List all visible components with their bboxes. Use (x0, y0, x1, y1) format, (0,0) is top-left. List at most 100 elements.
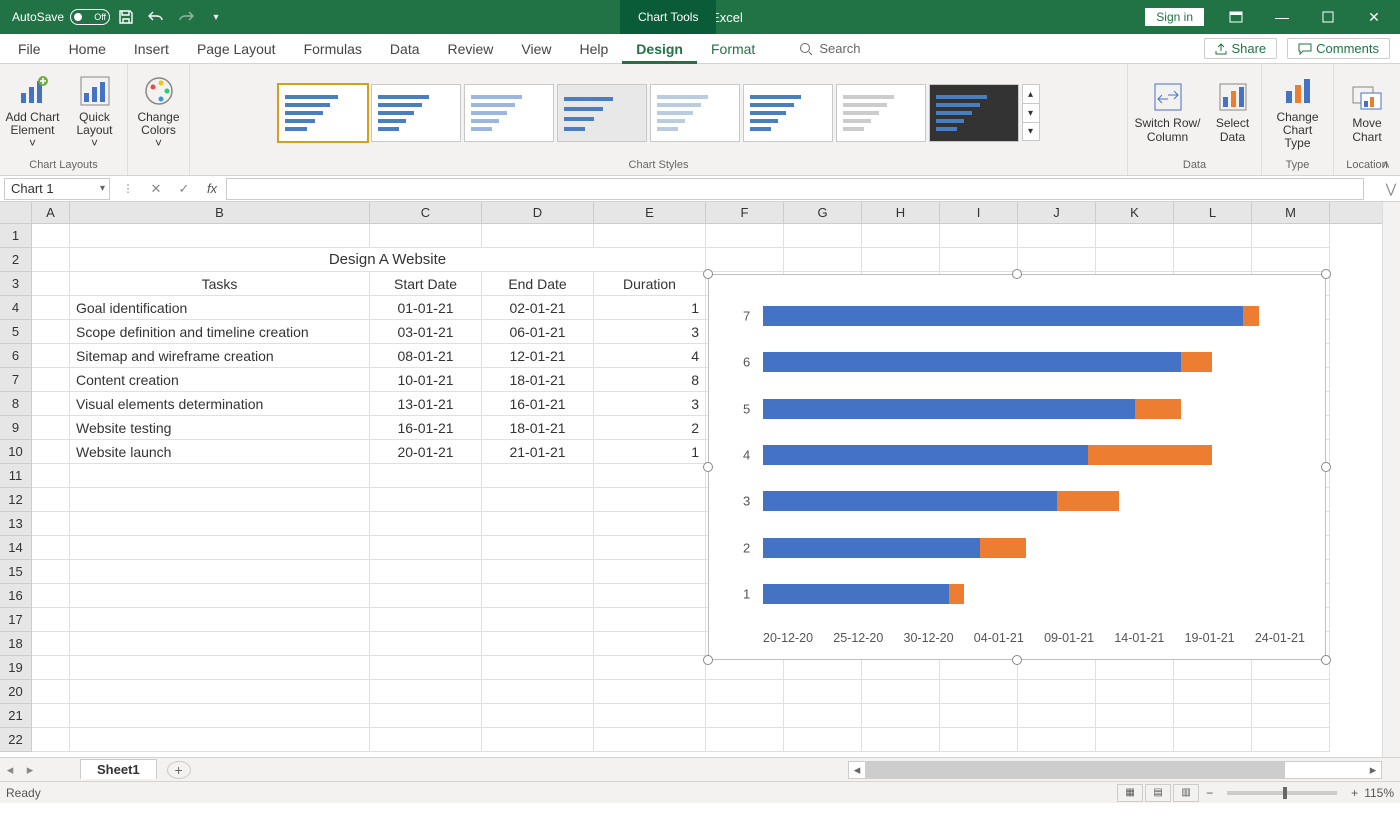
expand-formula-bar-icon[interactable]: ⋁ (1382, 181, 1400, 197)
cell-E12[interactable] (594, 488, 706, 512)
cell-A22[interactable] (32, 728, 70, 752)
select-data-button[interactable]: Select Data (1208, 73, 1258, 153)
tell-me-search[interactable]: Search (799, 41, 860, 56)
cell-C7[interactable]: 10-01-21 (370, 368, 482, 392)
column-header-M[interactable]: M (1252, 202, 1330, 223)
add-chart-element-button[interactable]: Add Chart Element ˅ (4, 73, 62, 153)
autosave-toggle[interactable]: Off (70, 9, 110, 25)
cell-I21[interactable] (940, 704, 1018, 728)
cell-D1[interactable] (482, 224, 594, 248)
cell-L21[interactable] (1174, 704, 1252, 728)
cell-C5[interactable]: 03-01-21 (370, 320, 482, 344)
cell-A19[interactable] (32, 656, 70, 680)
formula-input[interactable] (226, 178, 1364, 200)
cell-E7[interactable]: 8 (594, 368, 706, 392)
chart-style-3[interactable] (464, 84, 554, 142)
ribbon-display-options-icon[interactable] (1214, 0, 1258, 34)
zoom-level[interactable]: 115% (1364, 786, 1394, 800)
cell-I1[interactable] (940, 224, 1018, 248)
cell-B15[interactable] (70, 560, 370, 584)
column-header-D[interactable]: D (482, 202, 594, 223)
cell-A7[interactable] (32, 368, 70, 392)
cell-D13[interactable] (482, 512, 594, 536)
cell-B22[interactable] (70, 728, 370, 752)
cell-D22[interactable] (482, 728, 594, 752)
spreadsheet-grid[interactable]: ABCDEFGHIJKLM 12345678910111213141516171… (0, 202, 1400, 757)
cell-E22[interactable] (594, 728, 706, 752)
cell-B11[interactable] (70, 464, 370, 488)
tab-formulas[interactable]: Formulas (290, 34, 376, 64)
chart-bar-5[interactable] (763, 399, 1305, 419)
cell-L22[interactable] (1174, 728, 1252, 752)
cell-J1[interactable] (1018, 224, 1096, 248)
column-header-A[interactable]: A (32, 202, 70, 223)
cell-A14[interactable] (32, 536, 70, 560)
cell-B16[interactable] (70, 584, 370, 608)
row-header-21[interactable]: 21 (0, 704, 31, 728)
cell-D8[interactable]: 16-01-21 (482, 392, 594, 416)
row-header-8[interactable]: 8 (0, 392, 31, 416)
row-header-14[interactable]: 14 (0, 536, 31, 560)
switch-row-column-button[interactable]: Switch Row/ Column (1132, 73, 1204, 153)
cell-B3[interactable]: Tasks (70, 272, 370, 296)
cell-B8[interactable]: Visual elements determination (70, 392, 370, 416)
cell-E4[interactable]: 1 (594, 296, 706, 320)
cell-L1[interactable] (1174, 224, 1252, 248)
horizontal-scrollbar[interactable]: ◂▸ (848, 761, 1382, 779)
cell-D19[interactable] (482, 656, 594, 680)
row-header-2[interactable]: 2 (0, 248, 31, 272)
cell-C13[interactable] (370, 512, 482, 536)
cell-A2[interactable] (32, 248, 70, 272)
cell-E11[interactable] (594, 464, 706, 488)
save-icon[interactable] (112, 3, 140, 31)
chart-style-7[interactable] (836, 84, 926, 142)
cell-A16[interactable] (32, 584, 70, 608)
cell-A9[interactable] (32, 416, 70, 440)
cell-E20[interactable] (594, 680, 706, 704)
cell-C6[interactable]: 08-01-21 (370, 344, 482, 368)
cell-C16[interactable] (370, 584, 482, 608)
resize-handle[interactable] (1012, 269, 1022, 279)
cell-K21[interactable] (1096, 704, 1174, 728)
cell-H22[interactable] (862, 728, 940, 752)
cell-G1[interactable] (784, 224, 862, 248)
chart-bar-4[interactable] (763, 445, 1305, 465)
cell-L2[interactable] (1174, 248, 1252, 272)
cell-A20[interactable] (32, 680, 70, 704)
cell-D12[interactable] (482, 488, 594, 512)
tab-page-layout[interactable]: Page Layout (183, 34, 290, 64)
maximize-icon[interactable] (1306, 0, 1350, 34)
cell-E3[interactable]: Duration (594, 272, 706, 296)
cell-E10[interactable]: 1 (594, 440, 706, 464)
cell-I2[interactable] (940, 248, 1018, 272)
cell-K20[interactable] (1096, 680, 1174, 704)
cell-M20[interactable] (1252, 680, 1330, 704)
row-header-7[interactable]: 7 (0, 368, 31, 392)
quick-layout-button[interactable]: Quick Layout ˅ (66, 73, 124, 153)
cell-A12[interactable] (32, 488, 70, 512)
sheet-nav-next-icon[interactable]: ▸ (20, 762, 40, 778)
cell-C20[interactable] (370, 680, 482, 704)
tab-design[interactable]: Design (622, 34, 697, 64)
cell-A4[interactable] (32, 296, 70, 320)
cell-C22[interactable] (370, 728, 482, 752)
resize-handle[interactable] (703, 269, 713, 279)
cell-B21[interactable] (70, 704, 370, 728)
chart-x-axis[interactable]: 20-12-2025-12-2030-12-2004-01-2109-01-21… (763, 631, 1305, 645)
zoom-out-button[interactable]: − (1206, 786, 1213, 800)
cell-F2[interactable] (706, 248, 784, 272)
redo-icon[interactable] (172, 3, 200, 31)
row-header-17[interactable]: 17 (0, 608, 31, 632)
row-header-9[interactable]: 9 (0, 416, 31, 440)
row-headers[interactable]: 12345678910111213141516171819202122 (0, 224, 32, 752)
cell-C19[interactable] (370, 656, 482, 680)
name-box[interactable]: Chart 1 (4, 178, 110, 200)
cell-B9[interactable]: Website testing (70, 416, 370, 440)
cell-A5[interactable] (32, 320, 70, 344)
cell-A17[interactable] (32, 608, 70, 632)
resize-handle[interactable] (1321, 462, 1331, 472)
close-icon[interactable]: ✕ (1352, 0, 1396, 34)
cell-B12[interactable] (70, 488, 370, 512)
cell-B6[interactable]: Sitemap and wireframe creation (70, 344, 370, 368)
collapse-ribbon-icon[interactable]: ˄ (1378, 156, 1394, 172)
